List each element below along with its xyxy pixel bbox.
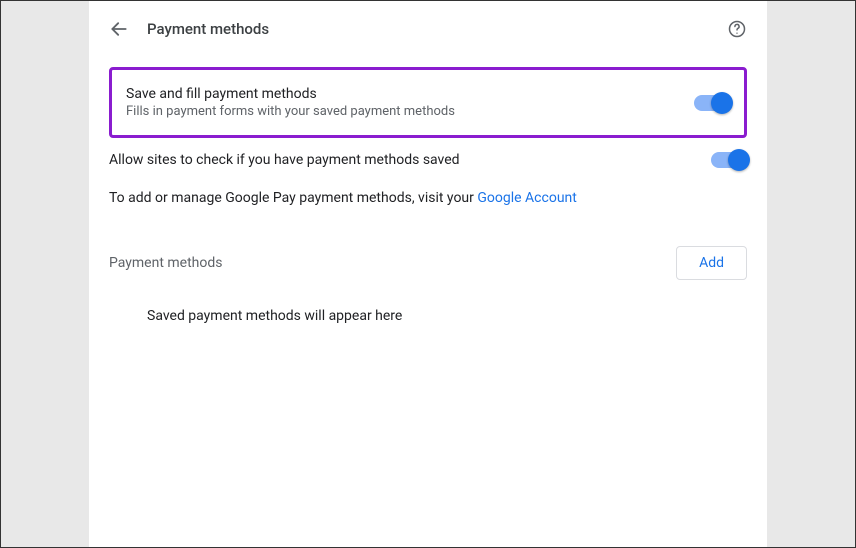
google-account-link[interactable]: Google Account [477, 190, 576, 206]
google-pay-prefix: To add or manage Google Pay payment meth… [109, 190, 477, 206]
toggle-knob [711, 92, 733, 114]
save-fill-subtitle: Fills in payment forms with your saved p… [126, 104, 455, 119]
payment-methods-section-header: Payment methods Add [109, 246, 747, 280]
page-header: Payment methods [109, 19, 747, 39]
settings-panel: Payment methods Save and fill payment me… [89, 1, 767, 547]
empty-state-message: Saved payment methods will appear here [109, 308, 747, 324]
allow-sites-toggle[interactable] [711, 152, 747, 168]
allow-sites-title: Allow sites to check if you have payment… [109, 152, 460, 168]
google-pay-info: To add or manage Google Pay payment meth… [109, 190, 747, 206]
help-icon[interactable] [727, 19, 747, 39]
add-button[interactable]: Add [676, 246, 747, 280]
save-fill-title: Save and fill payment methods [126, 86, 455, 102]
save-fill-text: Save and fill payment methods Fills in p… [126, 86, 455, 119]
section-label: Payment methods [109, 255, 222, 271]
page-title: Payment methods [147, 20, 269, 38]
allow-sites-row: Allow sites to check if you have payment… [109, 152, 747, 168]
toggle-knob [728, 149, 750, 171]
save-fill-toggle[interactable] [694, 95, 730, 111]
highlighted-setting: Save and fill payment methods Fills in p… [109, 67, 747, 138]
save-fill-row: Save and fill payment methods Fills in p… [126, 86, 730, 119]
header-left: Payment methods [109, 19, 269, 39]
back-arrow-icon[interactable] [109, 19, 129, 39]
